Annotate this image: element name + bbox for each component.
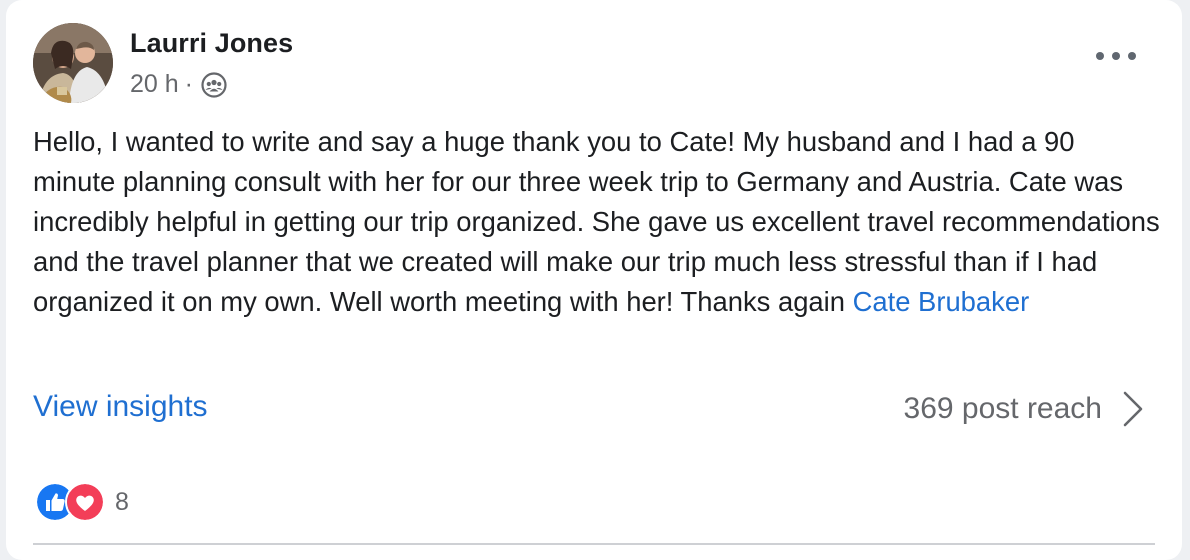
post-body: Hello, I wanted to write and say a huge … — [33, 122, 1163, 322]
post-meta: 20 h · — [130, 70, 227, 99]
more-dot — [1112, 52, 1120, 60]
love-icon — [65, 482, 105, 522]
author-name[interactable]: Laurri Jones — [130, 28, 293, 59]
post-reach-label: 369 post reach — [903, 392, 1102, 425]
reaction-count: 8 — [115, 487, 129, 516]
divider — [33, 543, 1155, 545]
view-insights-link[interactable]: View insights — [33, 390, 208, 424]
reactions-summary[interactable]: 8 — [35, 482, 129, 522]
post-reach-button[interactable]: 369 post reach — [904, 390, 1144, 428]
avatar-photo — [33, 23, 113, 103]
mention-link[interactable]: Cate Brubaker — [853, 286, 1030, 317]
group-icon[interactable] — [201, 71, 227, 98]
more-options-icon[interactable] — [1096, 44, 1136, 68]
post-card: Laurri Jones 20 h · Hello, I wanted to w… — [6, 0, 1182, 560]
chevron-right-icon — [1123, 391, 1143, 427]
avatar[interactable] — [33, 23, 113, 103]
more-dot — [1096, 52, 1104, 60]
post-time[interactable]: 20 h — [130, 70, 179, 99]
more-dot — [1128, 52, 1136, 60]
meta-separator: · — [184, 70, 193, 98]
